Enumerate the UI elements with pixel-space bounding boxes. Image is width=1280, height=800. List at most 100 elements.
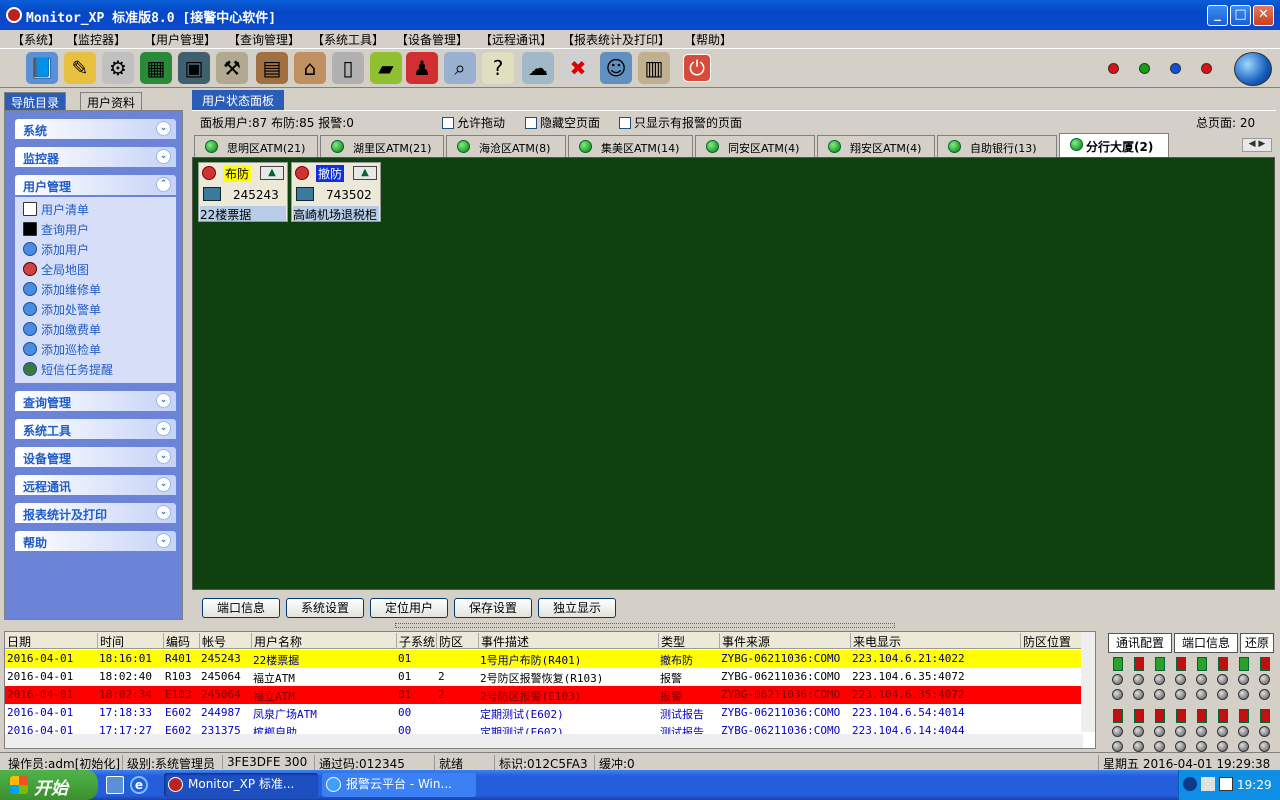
- col-time[interactable]: 时间: [97, 633, 163, 649]
- tray-icon[interactable]: [1201, 777, 1215, 791]
- tab-branch-building[interactable]: 分行大厦(2): [1059, 133, 1169, 157]
- group-system-tools[interactable]: 系统工具 ⌄: [15, 419, 176, 439]
- port-info-button[interactable]: 端口信息: [202, 598, 280, 618]
- user-card[interactable]: 撤防 ▲ 743502 高崎机场退税柜: [291, 162, 381, 222]
- chevron-up-icon[interactable]: ⌃: [156, 177, 171, 192]
- comm-config-button[interactable]: 通讯配置: [1108, 633, 1172, 653]
- allow-drag-checkbox[interactable]: 允许拖动: [442, 114, 505, 131]
- tab-tongan-atm[interactable]: 同安区ATM(4): [695, 135, 815, 157]
- chevron-down-icon[interactable]: ⌄: [156, 121, 171, 136]
- tab-scroll-arrows[interactable]: ◀ ▶: [1242, 138, 1272, 152]
- group-remote[interactable]: 远程通讯 ⌄: [15, 475, 176, 495]
- col-date[interactable]: 日期: [5, 633, 78, 649]
- alarm-only-checkbox[interactable]: 只显示有报警的页面: [619, 114, 742, 131]
- table-row[interactable]: 2016-04-01 18:02:34 E103 245064 福立ATM 01 2 2号防区…: [5, 686, 1083, 704]
- eraser-icon[interactable]: ▰: [370, 52, 402, 84]
- chevron-down-icon[interactable]: ⌄: [156, 149, 171, 164]
- nav-item-global-map[interactable]: 全局地图: [23, 261, 89, 279]
- standalone-display-button[interactable]: 独立显示: [538, 598, 616, 618]
- col-code[interactable]: 编码: [163, 633, 199, 649]
- hide-empty-checkbox[interactable]: 隐藏空页面: [525, 114, 600, 131]
- menu-device[interactable]: 【设备管理】: [396, 31, 468, 48]
- save-settings-button[interactable]: 保存设置: [454, 598, 532, 618]
- suitcase-lock-icon[interactable]: ▤: [256, 52, 288, 84]
- tab-user-profile[interactable]: 用户资料: [80, 92, 143, 110]
- table-row[interactable]: 2016-04-01 18:02:40 R103 245064 福立ATM 01 2 2号防区…: [5, 668, 1083, 686]
- user-card[interactable]: 布防 ▲ 245243 22楼票据: [198, 162, 288, 222]
- nav-item-add-repair[interactable]: 添加维修单: [23, 281, 101, 299]
- group-help[interactable]: 帮助 ⌄: [15, 531, 176, 551]
- group-query-management[interactable]: 查询管理 ⌄: [15, 391, 176, 411]
- restore-button[interactable]: 还原: [1240, 633, 1274, 653]
- tab-navigation[interactable]: 导航目录: [4, 92, 67, 110]
- port-info-button[interactable]: 端口信息: [1174, 633, 1238, 653]
- vertical-scrollbar[interactable]: [1081, 632, 1095, 732]
- group-system[interactable]: 系统 ⌄: [15, 119, 176, 139]
- splitter-grip[interactable]: [395, 623, 895, 628]
- system-settings-button[interactable]: 系统设置: [286, 598, 364, 618]
- horizontal-splitter[interactable]: [0, 621, 1280, 631]
- flag-pen-icon[interactable]: ✎: [64, 52, 96, 84]
- ie-icon[interactable]: e: [130, 776, 148, 794]
- menu-system[interactable]: 【系统】: [12, 31, 60, 48]
- tab-user-status-panel[interactable]: 用户状态面板: [192, 90, 285, 110]
- chevron-down-icon[interactable]: ⌄: [156, 533, 171, 548]
- chevron-down-icon[interactable]: ⌄: [156, 477, 171, 492]
- arrow-up-icon[interactable]: ▲: [353, 166, 377, 180]
- col-subsystem[interactable]: 子系统: [396, 633, 436, 649]
- chevron-down-icon[interactable]: ⌄: [156, 421, 171, 436]
- vertical-splitter[interactable]: [184, 90, 192, 620]
- tab-self-service-bank[interactable]: 自助银行(13): [937, 135, 1057, 157]
- close-button[interactable]: ✕: [1253, 5, 1274, 26]
- col-zone-location[interactable]: 防区位置: [1020, 633, 1083, 649]
- desktop-icon[interactable]: [106, 776, 124, 794]
- col-event-description[interactable]: 事件描述: [478, 633, 658, 649]
- tray-icon[interactable]: [1183, 777, 1197, 791]
- menu-help[interactable]: 【帮助】: [684, 31, 732, 48]
- start-button[interactable]: 开始: [0, 770, 98, 800]
- arrow-up-icon[interactable]: ▲: [260, 166, 284, 180]
- chevron-down-icon[interactable]: ⌄: [156, 505, 171, 520]
- tab-huli-atm[interactable]: 湖里区ATM(21): [320, 135, 444, 157]
- network-icon[interactable]: ☁: [522, 52, 554, 84]
- tab-jimei-atm[interactable]: 集美区ATM(14): [568, 135, 693, 157]
- menu-user[interactable]: 【用户管理】: [144, 31, 216, 48]
- menu-remote[interactable]: 【远程通讯】: [480, 31, 552, 48]
- power-icon[interactable]: ⏻: [683, 54, 711, 82]
- col-caller-id[interactable]: 来电显示: [850, 633, 1020, 649]
- menu-tools[interactable]: 【系统工具】: [312, 31, 384, 48]
- monitor-user-icon[interactable]: ▣: [178, 52, 210, 84]
- help-doc-icon[interactable]: ?: [482, 52, 514, 84]
- computer-chart-icon[interactable]: ▦: [140, 52, 172, 84]
- house-icon[interactable]: ⌂: [294, 52, 326, 84]
- task-monitor-xp[interactable]: Monitor_XP 标准...: [164, 773, 318, 797]
- nav-item-add-dispatch[interactable]: 添加处警单: [23, 301, 101, 319]
- alarm-person-icon[interactable]: ♟: [406, 52, 438, 84]
- chevron-down-icon[interactable]: ⌄: [156, 393, 171, 408]
- table-row[interactable]: 2016-04-01 18:16:01 R401 245243 22楼票据 01 1号用户布…: [5, 650, 1083, 668]
- col-user-name[interactable]: 用户名称: [251, 633, 396, 649]
- col-type[interactable]: 类型: [658, 633, 719, 649]
- nav-item-user-list[interactable]: 用户清单: [23, 201, 89, 219]
- tab-haicang-atm[interactable]: 海沧区ATM(8): [446, 135, 566, 157]
- group-user-management[interactable]: 用户管理 ⌃: [15, 175, 176, 195]
- nav-item-add-payment[interactable]: 添加缴费单: [23, 321, 101, 339]
- stack-icon[interactable]: ▥: [638, 52, 670, 84]
- table-row[interactable]: 2016-04-01 17:18:33 E602 244987 凤泉广场ATM 00 定期测…: [5, 704, 1083, 722]
- door-icon[interactable]: ▯: [332, 52, 364, 84]
- chevron-down-icon[interactable]: ⌄: [156, 449, 171, 464]
- group-reports[interactable]: 报表统计及打印 ⌄: [15, 503, 176, 523]
- menu-query[interactable]: 【查询管理】: [228, 31, 300, 48]
- menu-reports[interactable]: 【报表统计及打印】: [562, 31, 670, 48]
- horizontal-scrollbar[interactable]: [5, 734, 1083, 748]
- minimize-button[interactable]: _: [1207, 5, 1228, 26]
- tab-xiangan-atm[interactable]: 翔安区ATM(4): [817, 135, 935, 157]
- tray-icon[interactable]: [1219, 777, 1233, 791]
- task-alarm-cloud[interactable]: 报警云平台 - Win...: [322, 773, 476, 797]
- gears-icon[interactable]: ⚙: [102, 52, 134, 84]
- tab-siming-atm[interactable]: 思明区ATM(21): [194, 135, 318, 157]
- nav-item-add-inspection[interactable]: 添加巡检单: [23, 341, 101, 359]
- nav-item-add-user[interactable]: 添加用户: [23, 241, 89, 259]
- col-account[interactable]: 帐号: [199, 633, 251, 649]
- nav-item-sms-reminder[interactable]: 短信任务提醒: [23, 361, 113, 379]
